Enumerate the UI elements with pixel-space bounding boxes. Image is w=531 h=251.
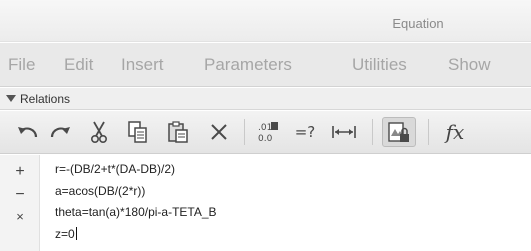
menu-parameters[interactable]: Parameters bbox=[204, 55, 292, 75]
equation-line[interactable]: a=acos(DB/(2*r)) bbox=[55, 184, 145, 198]
menu-show[interactable]: Show bbox=[448, 55, 491, 75]
lock-button[interactable] bbox=[382, 117, 416, 147]
delete-icon bbox=[210, 123, 228, 141]
add-line-button[interactable]: + bbox=[0, 163, 40, 181]
cut-icon bbox=[89, 120, 109, 144]
relations-editor[interactable]: + − × r=-(DB/2+t*(DA-DB)/2) a=acos(DB/(2… bbox=[0, 155, 531, 251]
evaluate-button[interactable]: =? bbox=[288, 117, 322, 147]
menu-edit[interactable]: Edit bbox=[64, 55, 93, 75]
menu-bar: File Edit Insert Parameters Utilities Sh… bbox=[0, 43, 531, 87]
relations-section-header[interactable]: Relations bbox=[0, 88, 531, 110]
function-button[interactable]: fx bbox=[438, 117, 472, 147]
toolbar-separator bbox=[372, 119, 373, 145]
close-button[interactable]: × bbox=[0, 209, 40, 224]
toolbar: .01 0.0 =? fx bbox=[0, 111, 531, 154]
equation-line[interactable]: r=-(DB/2+t*(DA-DB)/2) bbox=[55, 162, 175, 176]
menu-insert[interactable]: Insert bbox=[121, 55, 164, 75]
equation-line-text: z=0 bbox=[55, 227, 75, 241]
remove-line-button[interactable]: − bbox=[0, 186, 40, 204]
delete-button[interactable] bbox=[206, 117, 232, 147]
paste-button[interactable] bbox=[164, 117, 192, 147]
menu-file[interactable]: File bbox=[8, 55, 35, 75]
toolbar-separator bbox=[428, 119, 429, 145]
evaluate-label: =? bbox=[294, 123, 316, 141]
lock-icon bbox=[387, 120, 411, 144]
window-title: Equation bbox=[392, 16, 444, 31]
window-titlebar: Equation bbox=[0, 0, 531, 42]
dimension-button[interactable] bbox=[328, 117, 360, 147]
equation-line[interactable]: z=0 bbox=[55, 227, 77, 241]
disclosure-triangle-icon[interactable] bbox=[6, 95, 16, 102]
dimension-icon bbox=[331, 123, 357, 141]
menu-utilities[interactable]: Utilities bbox=[352, 55, 407, 75]
undo-icon bbox=[16, 122, 40, 142]
cut-button[interactable] bbox=[86, 117, 112, 147]
paste-icon bbox=[167, 120, 189, 144]
toolbar-separator bbox=[244, 119, 245, 145]
redo-icon bbox=[48, 122, 72, 142]
svg-text:0.0: 0.0 bbox=[258, 134, 273, 144]
equation-line[interactable]: theta=tan(a)*180/pi-a-TETA_B bbox=[55, 205, 217, 219]
svg-text:.01: .01 bbox=[258, 123, 272, 133]
copy-button[interactable] bbox=[124, 117, 152, 147]
decimal-places-icon: .01 0.0 bbox=[256, 120, 280, 144]
undo-button[interactable] bbox=[14, 117, 42, 147]
decimal-places-button[interactable]: .01 0.0 bbox=[254, 117, 282, 147]
section-label: Relations bbox=[20, 92, 71, 106]
function-icon: fx bbox=[445, 120, 465, 144]
text-caret bbox=[75, 227, 77, 240]
copy-icon bbox=[127, 120, 149, 144]
redo-button[interactable] bbox=[46, 117, 74, 147]
line-gutter: + − × bbox=[0, 155, 40, 251]
